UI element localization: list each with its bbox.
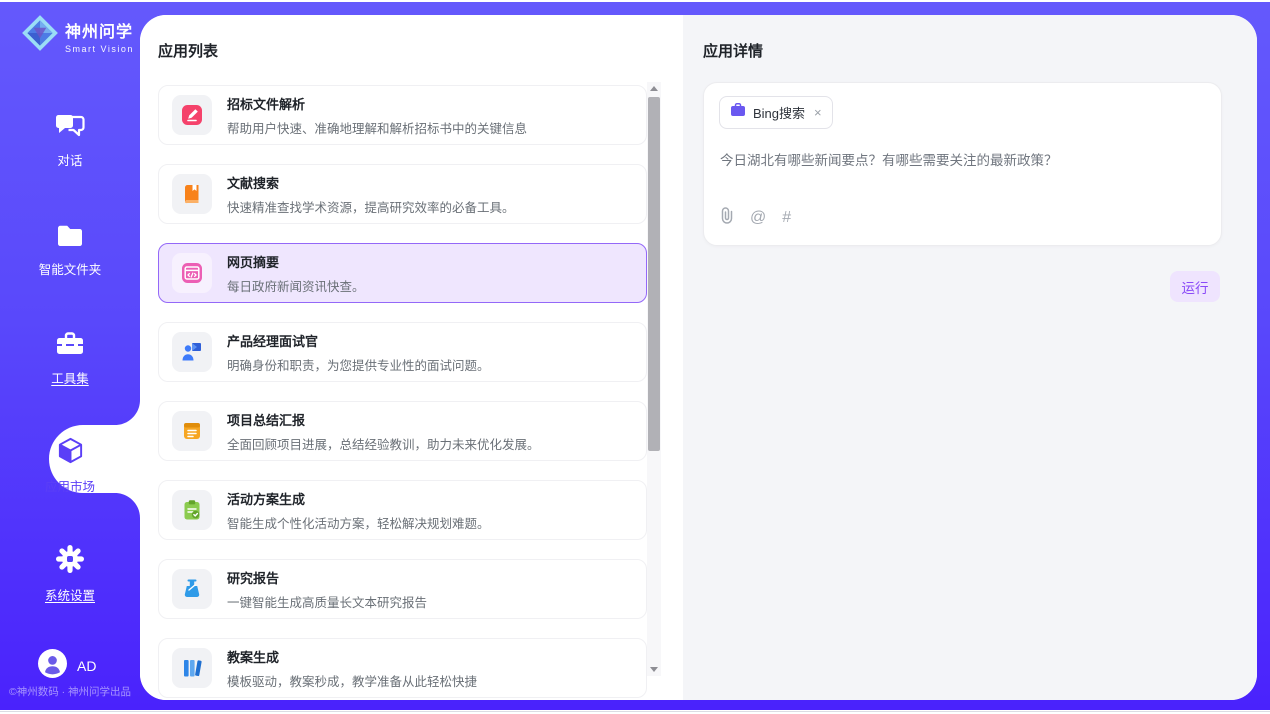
gear-icon: [0, 544, 140, 579]
user-account[interactable]: AD: [38, 649, 96, 683]
app-icon-tile: [172, 490, 212, 530]
app-card-title: 项目总结汇报: [227, 410, 540, 429]
sidebar-item-label: 工具集: [51, 372, 89, 386]
lesson-icon: [180, 656, 204, 680]
sidebar-item-toolset[interactable]: 工具集: [0, 330, 140, 388]
app-list-title: 应用列表: [158, 40, 218, 61]
app-card-desc: 智能生成个性化活动方案，轻松解决规划难题。: [227, 513, 490, 532]
sidebar-item-app-market[interactable]: 应用市场: [0, 436, 140, 496]
brand-subtitle: Smart Vision: [65, 44, 134, 54]
app-card-desc: 每日政府新闻资讯快查。: [227, 276, 365, 295]
app-card-desc: 明确身份和职责，为您提供专业性的面试问题。: [227, 355, 490, 374]
app-card-desc: 模板驱动，教案秒成，教学准备从此轻松快捷: [227, 671, 477, 690]
project-icon: [180, 419, 204, 443]
list-scrollbar[interactable]: [647, 82, 661, 676]
sidebar-item-chat[interactable]: 对话: [0, 112, 140, 170]
folder-icon: [0, 223, 140, 253]
app-icon-tile: [172, 411, 212, 451]
sidebar: 神州问学 Smart Vision 对话 智能文件夹: [0, 2, 140, 710]
webpage-icon: [180, 261, 204, 285]
sidebar-item-settings[interactable]: 系统设置: [0, 544, 140, 605]
app-card-title: 产品经理面试官: [227, 331, 490, 350]
app-card-title: 文献搜索: [227, 173, 515, 192]
app-card[interactable]: 教案生成 模板驱动，教案秒成，教学准备从此轻松快捷: [158, 638, 647, 698]
sidebar-item-label: 对话: [57, 154, 82, 168]
diamond-logo-icon: [20, 13, 60, 58]
hash-icon[interactable]: #: [782, 209, 791, 227]
app-icon-tile: [172, 332, 212, 372]
literature-icon: [180, 182, 204, 206]
app-card-title: 教案生成: [227, 647, 477, 666]
scrollbar-up-arrow[interactable]: [647, 82, 661, 95]
attachment-icon[interactable]: [720, 207, 734, 229]
app-card[interactable]: 产品经理面试官 明确身份和职责，为您提供专业性的面试问题。: [158, 322, 647, 382]
research-icon: [180, 577, 204, 601]
brand-logo: 神州问学 Smart Vision: [20, 13, 134, 58]
query-input-card[interactable]: Bing搜索 × 今日湖北有哪些新闻要点？有哪些需要关注的最新政策？ @ #: [703, 82, 1222, 246]
sidebar-item-label: 系统设置: [45, 589, 95, 603]
app-icon-tile: [172, 648, 212, 688]
sidebar-item-label: 应用市场: [45, 480, 95, 494]
app-window: 神州问学 Smart Vision 对话 智能文件夹: [0, 0, 1270, 714]
scrollbar-thumb[interactable]: [648, 97, 660, 451]
copyright-text: ©神州数码 · 神州问学出品: [0, 684, 140, 699]
app-icon-tile: [172, 253, 212, 293]
app-card-desc: 一键智能生成高质量长文本研究报告: [227, 592, 427, 611]
app-card[interactable]: 活动方案生成 智能生成个性化活动方案，轻松解决规划难题。: [158, 480, 647, 540]
input-toolbar: @ #: [720, 207, 791, 229]
app-card[interactable]: 网页摘要 每日政府新闻资讯快查。: [158, 243, 647, 303]
activity-icon: [180, 498, 204, 522]
main-content: 应用列表 招标文件解析 帮助用户快速、准确地理解和解析招标书中的关键信息 文献搜…: [140, 15, 1257, 700]
user-initials: AD: [77, 658, 96, 674]
close-icon[interactable]: ×: [814, 106, 822, 119]
sidebar-item-label: 智能文件夹: [39, 263, 102, 277]
app-card-title: 活动方案生成: [227, 489, 490, 508]
tool-chip-bing-search[interactable]: Bing搜索 ×: [719, 96, 833, 129]
app-card[interactable]: 研究报告 一键智能生成高质量长文本研究报告: [158, 559, 647, 619]
app-card-title: 招标文件解析: [227, 94, 527, 113]
mention-icon[interactable]: @: [750, 209, 766, 227]
brand-name: 神州问学: [65, 18, 134, 42]
app-card-title: 网页摘要: [227, 252, 365, 271]
app-icon-tile: [172, 569, 212, 609]
app-card[interactable]: 招标文件解析 帮助用户快速、准确地理解和解析招标书中的关键信息: [158, 85, 647, 145]
app-card[interactable]: 文献搜索 快速精准查找学术资源，提高研究效率的必备工具。: [158, 164, 647, 224]
app-card-desc: 全面回顾项目进展，总结经验教训，助力未来优化发展。: [227, 434, 540, 453]
app-card[interactable]: 项目总结汇报 全面回顾项目进展，总结经验教训，助力未来优化发展。: [158, 401, 647, 461]
bottom-divider: [0, 711, 1270, 712]
cube-icon: [0, 436, 140, 470]
chat-icon: [0, 112, 140, 144]
tender-doc-icon: [180, 103, 204, 127]
sidebar-item-smart-folder[interactable]: 智能文件夹: [0, 223, 140, 279]
query-text[interactable]: 今日湖北有哪些新闻要点？有哪些需要关注的最新政策？: [720, 149, 1200, 169]
toolbox-icon: [0, 330, 140, 362]
avatar-icon: [38, 649, 67, 683]
app-card-desc: 帮助用户快速、准确地理解和解析招标书中的关键信息: [227, 118, 527, 137]
interview-icon: [180, 340, 204, 364]
run-button[interactable]: 运行: [1170, 271, 1220, 302]
app-detail-panel: 应用详情 Bing搜索 × 今日湖北有哪些新闻要点？有哪些需要关注的最新政策？: [683, 15, 1257, 700]
app-card-desc: 快速精准查找学术资源，提高研究效率的必备工具。: [227, 197, 515, 216]
app-list-panel: 应用列表 招标文件解析 帮助用户快速、准确地理解和解析招标书中的关键信息 文献搜…: [140, 15, 683, 700]
briefcase-icon: [730, 103, 746, 122]
app-icon-tile: [172, 95, 212, 135]
app-icon-tile: [172, 174, 212, 214]
app-card-title: 研究报告: [227, 568, 427, 587]
app-list: 招标文件解析 帮助用户快速、准确地理解和解析招标书中的关键信息 文献搜索 快速精…: [158, 85, 647, 700]
tool-chip-label: Bing搜索: [753, 103, 805, 122]
scrollbar-down-arrow[interactable]: [647, 663, 661, 676]
app-detail-title: 应用详情: [703, 40, 763, 61]
